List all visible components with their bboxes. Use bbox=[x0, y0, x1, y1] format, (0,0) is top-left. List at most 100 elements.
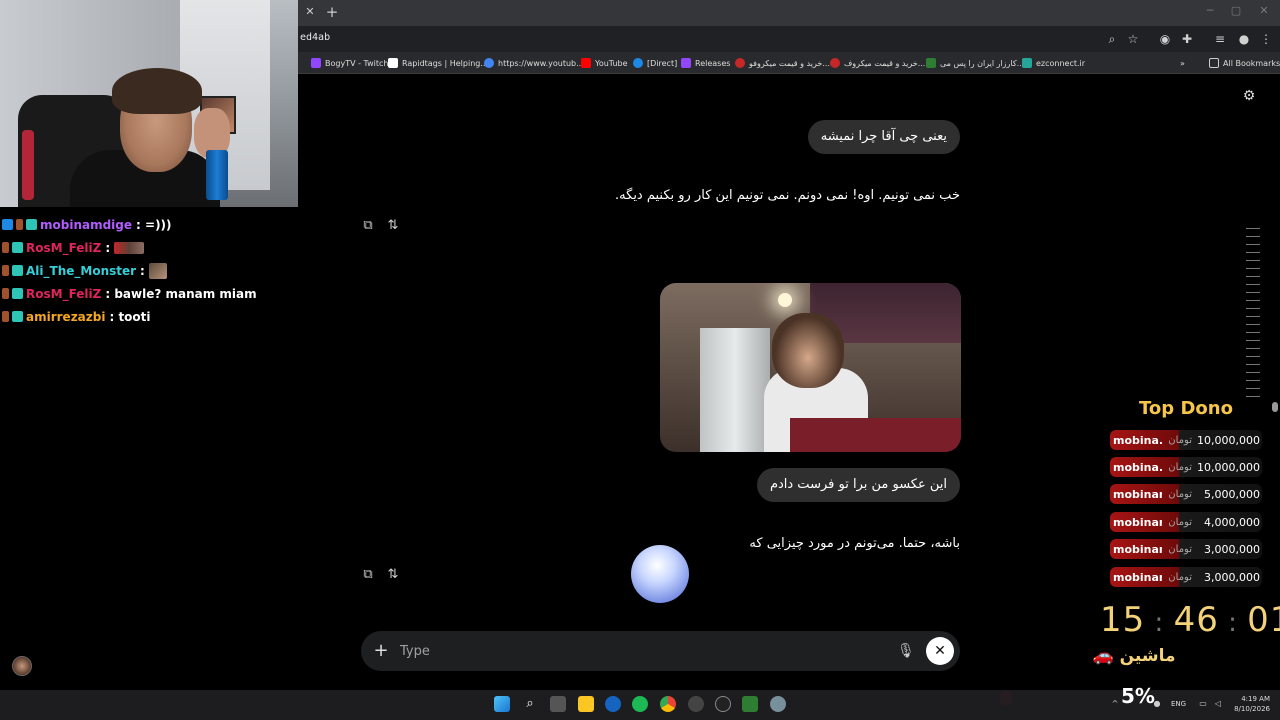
browser-menu-icon[interactable]: ⋮ bbox=[1258, 31, 1274, 47]
dono-row: mobina... تومان 10,000,000 bbox=[1110, 457, 1262, 477]
chat-emote-icon bbox=[148, 262, 167, 279]
new-tab-button[interactable]: + bbox=[324, 3, 340, 21]
bookmark-item[interactable]: ezconnect.ir bbox=[1022, 55, 1085, 71]
all-bookmarks-button[interactable]: All Bookmarks bbox=[1209, 55, 1280, 71]
app-icon[interactable] bbox=[715, 696, 731, 712]
car-icon: 🚗 bbox=[1092, 646, 1114, 666]
uploaded-photo[interactable] bbox=[660, 283, 961, 452]
search-icon[interactable]: ⌕ bbox=[522, 696, 538, 712]
feedback-icon[interactable]: ⇅ bbox=[385, 218, 401, 234]
language-indicator[interactable]: ENG bbox=[1171, 700, 1186, 708]
stream-chat: mobinamdige : =))) RosM_FeliZ : Ali_The_… bbox=[2, 213, 298, 328]
chat-badge-icon bbox=[12, 242, 23, 253]
chat-badge-icon bbox=[12, 288, 23, 299]
chat-username[interactable]: mobinamdige bbox=[40, 218, 132, 232]
prompt-input[interactable] bbox=[400, 641, 880, 661]
dono-amount: 3,000,000 bbox=[1204, 542, 1260, 556]
settings-icon[interactable] bbox=[770, 696, 786, 712]
copy-icon[interactable]: ⧉ bbox=[360, 567, 376, 583]
tray-overflow-icon[interactable]: ^ bbox=[1110, 699, 1120, 709]
bookmark-favicon-icon bbox=[311, 58, 321, 68]
chat-message: mobinamdige : =))) bbox=[2, 213, 298, 236]
file-explorer-icon[interactable] bbox=[578, 696, 594, 712]
webcam-streamer-hair bbox=[112, 68, 202, 114]
chat-username[interactable]: Ali_The_Monster bbox=[26, 264, 136, 278]
copy-icon[interactable]: ⧉ bbox=[360, 218, 376, 234]
webcam-overlay bbox=[0, 0, 298, 207]
chat-text: : bawle? manam miam bbox=[105, 286, 257, 301]
chat-username[interactable]: RosM_FeliZ bbox=[26, 287, 101, 301]
folder-icon bbox=[1209, 58, 1219, 68]
feedback-icon[interactable]: ⇅ bbox=[385, 567, 401, 583]
dono-currency: تومان bbox=[1168, 434, 1192, 446]
goal-label: ماشین 🚗 bbox=[1086, 646, 1182, 666]
bookmark-item[interactable]: BogyTV - Twitch bbox=[311, 55, 388, 71]
extension-icon[interactable]: ◉ bbox=[1157, 31, 1173, 47]
photo-fridge bbox=[700, 328, 770, 452]
close-live-button[interactable]: ✕ bbox=[926, 637, 954, 665]
app-icon[interactable] bbox=[742, 696, 758, 712]
dono-currency: تومان bbox=[1168, 543, 1192, 555]
subathon-timer: 15 : 46 : 01 bbox=[1100, 600, 1280, 640]
dono-currency: تومان bbox=[1168, 516, 1192, 528]
clock-date[interactable]: 8/10/2026 bbox=[1230, 705, 1270, 713]
dono-name: mobinam... bbox=[1113, 515, 1162, 529]
dono-amount: 10,000,000 bbox=[1197, 433, 1260, 447]
scroll-minimap[interactable] bbox=[1246, 228, 1260, 400]
dono-name: mobina... bbox=[1113, 433, 1162, 447]
bookmark-item[interactable]: YouTube bbox=[581, 55, 628, 71]
clock-time[interactable]: 4:19 AM bbox=[1236, 695, 1270, 703]
start-menu-icon[interactable] bbox=[494, 696, 510, 712]
maximize-icon[interactable]: ▢ bbox=[1226, 4, 1246, 20]
microphone-icon[interactable]: 🎙 bbox=[897, 641, 915, 661]
bookmark-item[interactable]: https://www.youtub... bbox=[484, 55, 584, 71]
tab-close-icon[interactable]: ✕ bbox=[303, 5, 317, 19]
zoom-icon[interactable]: ⌕ bbox=[1104, 31, 1120, 47]
bookmark-item[interactable]: [Direct] bbox=[633, 55, 677, 71]
chat-badge-icon bbox=[2, 242, 9, 253]
chat-badge-icon bbox=[12, 265, 23, 276]
chat-badge-icon bbox=[12, 311, 23, 322]
chat-badge-icon bbox=[2, 311, 9, 322]
volume-icon[interactable]: ◁ bbox=[1213, 699, 1223, 709]
dono-name: mobinam... bbox=[1113, 570, 1162, 584]
bookmark-item[interactable]: خرید و قیمت میکروفو... bbox=[735, 55, 830, 71]
timer-minutes: 46 bbox=[1173, 600, 1219, 640]
scrollbar-thumb[interactable] bbox=[1272, 402, 1278, 412]
chat-text: : tooti bbox=[109, 309, 151, 324]
window-close-icon[interactable]: ✕ bbox=[1254, 4, 1274, 20]
timer-seconds: 01 bbox=[1247, 600, 1280, 640]
bookmarks-overflow-icon[interactable]: » bbox=[1180, 55, 1185, 71]
bookmark-favicon-icon bbox=[581, 58, 591, 68]
vscode-icon[interactable] bbox=[605, 696, 621, 712]
task-view-icon[interactable] bbox=[550, 696, 566, 712]
extensions-puzzle-icon[interactable]: ✚ bbox=[1179, 31, 1195, 47]
user-message-bubble: یعنی چی آقا چرا نمیشه bbox=[807, 120, 960, 154]
webcam-chair-accent bbox=[22, 130, 34, 200]
network-icon[interactable]: ▭ bbox=[1198, 699, 1208, 709]
bookmark-item[interactable]: Releases bbox=[681, 55, 730, 71]
dono-currency: تومان bbox=[1168, 571, 1192, 583]
dono-row: mobina... تومان 10,000,000 bbox=[1110, 430, 1262, 450]
bookmark-item[interactable]: Rapidtags | Helping... bbox=[388, 55, 488, 71]
profile-avatar-icon[interactable]: ● bbox=[1236, 31, 1252, 47]
bookmark-item[interactable]: خرید و قیمت میکروف... bbox=[830, 55, 925, 71]
dono-row: mobinam... تومان 5,000,000 bbox=[1110, 484, 1262, 504]
bookmark-favicon-icon bbox=[388, 58, 398, 68]
chat-username[interactable]: amirrezazbi bbox=[26, 310, 105, 324]
chat-text: : =))) bbox=[136, 217, 172, 232]
tune-settings-icon[interactable]: ⚙ bbox=[1241, 88, 1257, 104]
chrome-icon[interactable] bbox=[660, 696, 676, 712]
add-attachment-icon[interactable]: + bbox=[372, 641, 390, 661]
bookmark-star-icon[interactable]: ☆ bbox=[1125, 31, 1141, 47]
url-text[interactable]: ed4ab bbox=[300, 32, 330, 43]
tray-app-icon[interactable]: ● bbox=[1152, 699, 1162, 709]
photo-person-face bbox=[772, 313, 844, 388]
bookmark-item[interactable]: کارزار ایران را پس می... bbox=[926, 55, 1024, 71]
spotify-icon[interactable] bbox=[632, 696, 648, 712]
media-controls-icon[interactable]: ≡ bbox=[1212, 31, 1228, 47]
chat-username[interactable]: RosM_FeliZ bbox=[26, 241, 101, 255]
minimize-icon[interactable]: ─ bbox=[1200, 4, 1220, 20]
webcam-energy-drink-can bbox=[206, 150, 228, 200]
obs-icon[interactable] bbox=[688, 696, 704, 712]
